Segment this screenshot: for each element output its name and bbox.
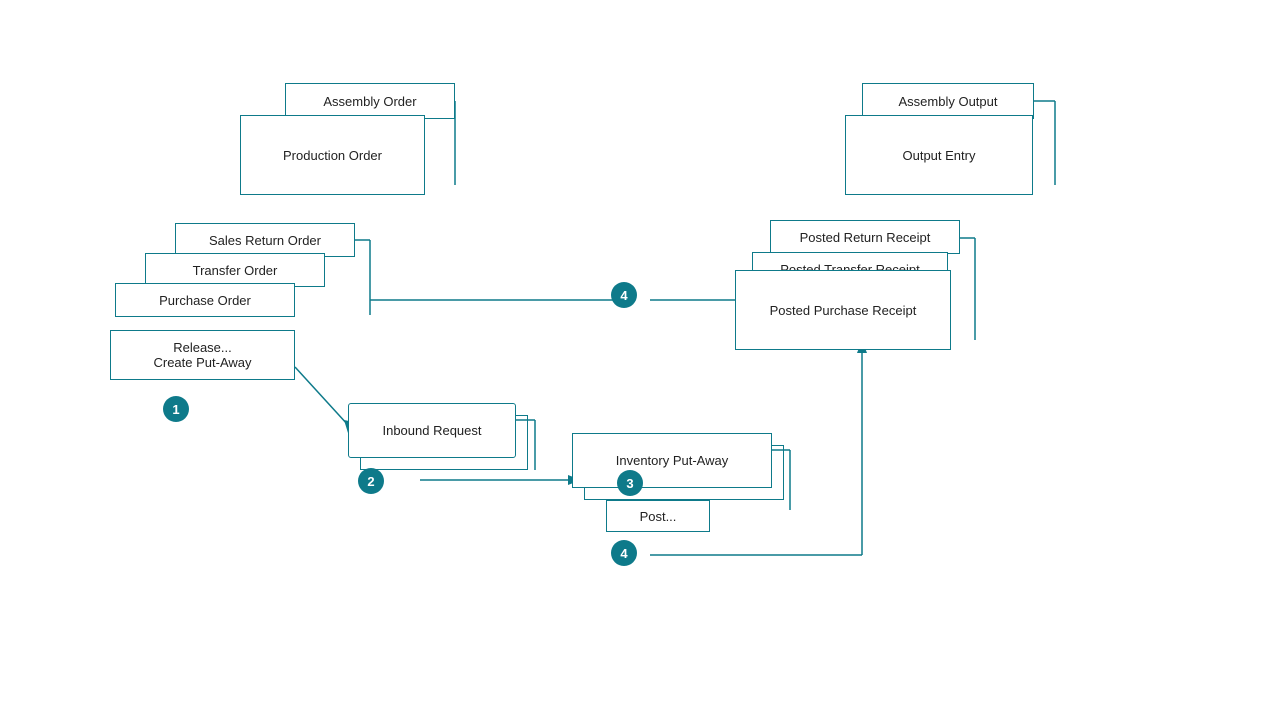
assembly-order-label: Assembly Order bbox=[323, 94, 416, 109]
diagram-container: Assembly Order Production Order Assembly… bbox=[0, 0, 1280, 720]
posted-purchase-receipt-box: Posted Purchase Receipt bbox=[735, 270, 951, 350]
purchase-order-box: Purchase Order bbox=[115, 283, 295, 317]
badge-2: 2 bbox=[358, 468, 384, 494]
sales-return-order-box: Sales Return Order bbox=[175, 223, 355, 257]
sales-return-order-label: Sales Return Order bbox=[209, 233, 321, 248]
badge-3: 3 bbox=[617, 470, 643, 496]
release-create-box: Release...Create Put-Away bbox=[110, 330, 295, 380]
posted-return-receipt-box: Posted Return Receipt bbox=[770, 220, 960, 254]
transfer-order-box: Transfer Order bbox=[145, 253, 325, 287]
badge-1: 1 bbox=[163, 396, 189, 422]
production-order-label: Production Order bbox=[283, 148, 382, 163]
post-button-label: Post... bbox=[640, 509, 677, 524]
inventory-putaway-box: Inventory Put-Away bbox=[572, 433, 772, 488]
badge-4-bottom: 4 bbox=[611, 540, 637, 566]
purchase-order-label: Purchase Order bbox=[159, 293, 251, 308]
release-create-label: Release...Create Put-Away bbox=[153, 340, 251, 370]
badge-4-top: 4 bbox=[611, 282, 637, 308]
assembly-order-box: Assembly Order bbox=[285, 83, 455, 119]
assembly-output-box: Assembly Output bbox=[862, 83, 1034, 119]
production-order-box: Production Order bbox=[240, 115, 425, 195]
inventory-putaway-label: Inventory Put-Away bbox=[616, 453, 728, 468]
assembly-output-label: Assembly Output bbox=[899, 94, 998, 109]
transfer-order-label: Transfer Order bbox=[193, 263, 278, 278]
post-button-box[interactable]: Post... bbox=[606, 500, 710, 532]
posted-purchase-receipt-label: Posted Purchase Receipt bbox=[770, 303, 917, 318]
output-entry-label: Output Entry bbox=[903, 148, 976, 163]
inbound-request-box: Inbound Request bbox=[348, 403, 516, 458]
posted-return-receipt-label: Posted Return Receipt bbox=[800, 230, 931, 245]
inbound-request-label: Inbound Request bbox=[382, 423, 481, 438]
output-entry-box: Output Entry bbox=[845, 115, 1033, 195]
